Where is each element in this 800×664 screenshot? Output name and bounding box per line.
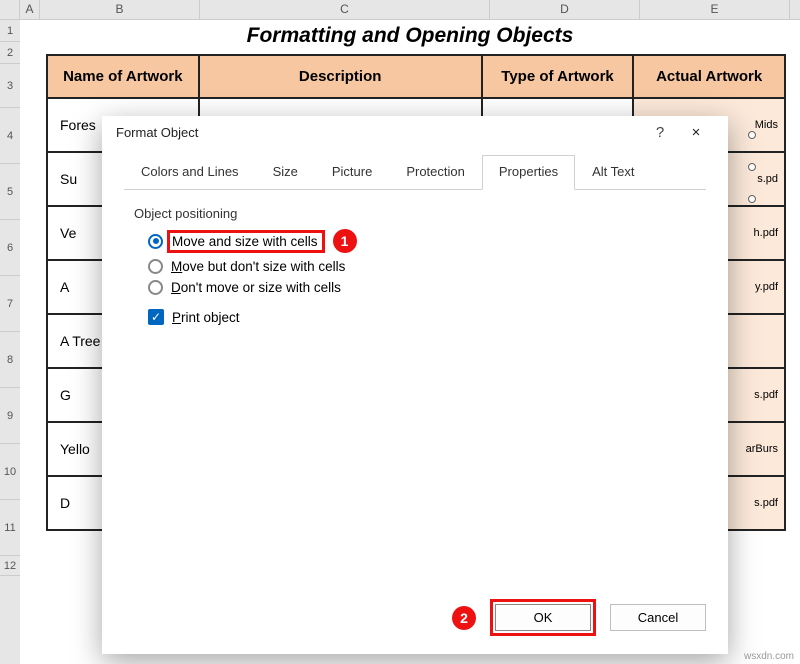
- object-selection-handles[interactable]: [748, 131, 756, 227]
- th-art: Actual Artwork: [633, 55, 785, 98]
- column-headers: A B C D E: [0, 0, 800, 20]
- dialog-titlebar[interactable]: Format Object ? ×: [102, 116, 728, 151]
- tab-alt-text[interactable]: Alt Text: [575, 155, 651, 190]
- tab-colors-and-lines[interactable]: Colors and Lines: [124, 155, 256, 190]
- format-object-dialog: Format Object ? × Colors and LinesSizePi…: [102, 116, 728, 654]
- tab-protection[interactable]: Protection: [389, 155, 482, 190]
- sheet-title: Formatting and Opening Objects: [20, 20, 800, 54]
- close-icon[interactable]: ×: [678, 124, 714, 141]
- radio-icon[interactable]: [148, 280, 163, 295]
- dialog-title: Format Object: [116, 125, 642, 140]
- help-icon[interactable]: ?: [642, 124, 678, 141]
- th-name: Name of Artwork: [47, 55, 199, 98]
- cancel-button[interactable]: Cancel: [610, 604, 706, 631]
- option-print-object[interactable]: ✓ Print object: [148, 309, 700, 325]
- dialog-footer: 2 OK Cancel: [102, 589, 728, 654]
- watermark: wsxdn.com: [744, 651, 794, 662]
- th-desc: Description: [199, 55, 482, 98]
- option-dont-move[interactable]: Don't move or size with cells: [148, 280, 700, 295]
- ok-button[interactable]: OK: [495, 604, 591, 631]
- dialog-body: Object positioning Move and size with ce…: [102, 190, 728, 589]
- option-move-only[interactable]: Move but don't size with cells: [148, 259, 700, 274]
- ok-button-highlight: OK: [490, 599, 596, 636]
- tab-size[interactable]: Size: [256, 155, 315, 190]
- radio-icon[interactable]: [148, 259, 163, 274]
- checkbox-icon[interactable]: ✓: [148, 309, 164, 325]
- tab-properties[interactable]: Properties: [482, 155, 575, 190]
- callout-1: 1: [333, 229, 357, 253]
- section-label: Object positioning: [134, 206, 700, 221]
- th-type: Type of Artwork: [482, 55, 634, 98]
- radio-icon[interactable]: [148, 234, 163, 249]
- row-headers: 123456789101112: [0, 20, 20, 664]
- dialog-tabs: Colors and LinesSizePictureProtectionPro…: [102, 151, 728, 190]
- callout-2: 2: [452, 606, 476, 630]
- option-move-and-size[interactable]: Move and size with cells 1: [148, 229, 700, 253]
- tab-picture[interactable]: Picture: [315, 155, 389, 190]
